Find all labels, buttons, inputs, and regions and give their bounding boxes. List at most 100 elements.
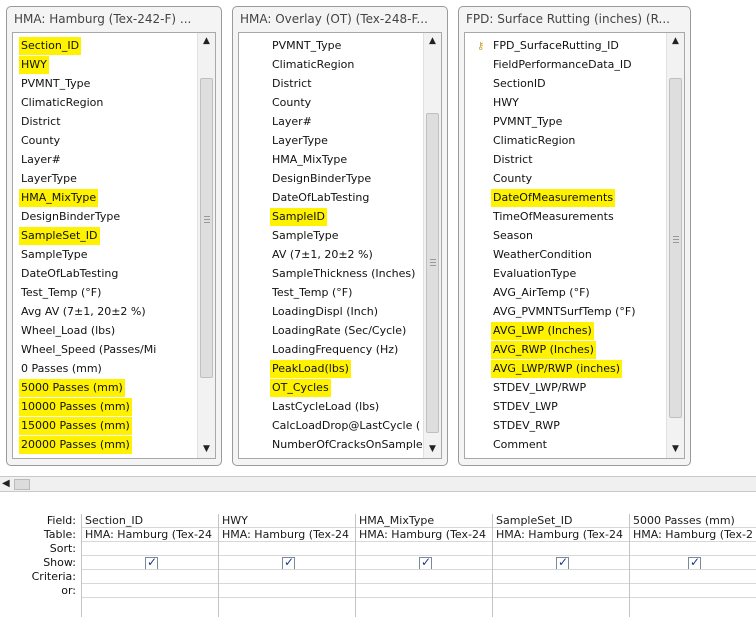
field-item[interactable]: LayerType: [270, 131, 423, 150]
field-item[interactable]: LoadingDispl (Inch): [270, 302, 423, 321]
field-item[interactable]: DateOfLabTesting: [19, 264, 197, 283]
scroll-up-arrow-icon[interactable]: ▲: [424, 33, 441, 50]
field-item[interactable]: Wheel_Load (lbs): [19, 321, 197, 340]
field-item[interactable]: DesignBinderType: [270, 169, 423, 188]
grid-cell-criteria[interactable]: [219, 570, 355, 584]
field-item[interactable]: LayerType: [19, 169, 197, 188]
field-item[interactable]: SampleType: [270, 226, 423, 245]
grid-cell-criteria[interactable]: [630, 570, 756, 584]
scroll-thumb[interactable]: [426, 113, 439, 433]
field-item[interactable]: NumberOfCracksOnSample: [270, 435, 423, 454]
show-checkbox[interactable]: [556, 556, 569, 569]
field-item[interactable]: 10000 Passes (mm): [19, 397, 197, 416]
field-list[interactable]: ⚷ FPD_SurfaceRutting_ID FieldPerformanceDa…: [464, 32, 685, 459]
field-item[interactable]: TimeOfMeasurements: [491, 207, 666, 226]
field-item[interactable]: LoadingFrequency (Hz): [270, 340, 423, 359]
field-item[interactable]: County: [19, 131, 197, 150]
field-item[interactable]: County: [270, 93, 423, 112]
horizontal-scrollbar[interactable]: ◀: [0, 476, 756, 492]
field-item[interactable]: ⚷ FPD_SurfaceRutting_ID: [477, 36, 666, 55]
field-item[interactable]: EvaluationType: [491, 264, 666, 283]
field-item[interactable]: SampleThickness (Inches): [270, 264, 423, 283]
field-item[interactable]: District: [491, 150, 666, 169]
field-item[interactable]: CalcLoadDrop@LastCycle (: [270, 416, 423, 435]
grid-cell-sort[interactable]: [82, 542, 218, 556]
grid-cell-criteria[interactable]: [356, 570, 492, 584]
field-item[interactable]: WeatherCondition: [491, 245, 666, 264]
field-item[interactable]: PVMNT_Type: [270, 36, 423, 55]
field-item[interactable]: LoadingRate (Sec/Cycle): [270, 321, 423, 340]
field-item[interactable]: Avg AV (7±1, 20±2 %): [19, 302, 197, 321]
show-checkbox[interactable]: [419, 556, 432, 569]
scroll-left-arrow-icon[interactable]: ◀: [2, 478, 10, 489]
field-item[interactable]: County: [491, 169, 666, 188]
field-item[interactable]: AVG_RWP (Inches): [491, 340, 666, 359]
field-item[interactable]: HMA_MixType: [270, 150, 423, 169]
field-item[interactable]: 5000 Passes (mm): [19, 378, 197, 397]
grid-cell-field[interactable]: HMA_MixType: [356, 514, 492, 528]
field-item[interactable]: PVMNT_Type: [491, 112, 666, 131]
field-item[interactable]: District: [19, 112, 197, 131]
field-item[interactable]: LastCycleLoad (lbs): [270, 397, 423, 416]
field-item[interactable]: AVG_LWP/RWP (inches): [491, 359, 666, 378]
show-checkbox[interactable]: [282, 556, 295, 569]
grid-cell-table[interactable]: HMA: Hamburg (Tex-24: [356, 528, 492, 542]
field-item[interactable]: ⊞Attachment: [15, 454, 197, 458]
field-item[interactable]: 15000 Passes (mm): [19, 416, 197, 435]
grid-cell-criteria[interactable]: [82, 570, 218, 584]
show-checkbox[interactable]: [688, 556, 701, 569]
field-item[interactable]: ClimaticRegion: [270, 55, 423, 74]
grid-cell-or[interactable]: [219, 584, 355, 598]
field-item[interactable]: Comment: [491, 435, 666, 454]
vertical-scrollbar[interactable]: ▲ ▼: [423, 33, 441, 458]
grid-cell-field[interactable]: HWY: [219, 514, 355, 528]
grid-cell-criteria[interactable]: [493, 570, 629, 584]
field-item[interactable]: AV (7±1, 20±2 %): [270, 245, 423, 264]
table-title[interactable]: HMA: Overlay (OT) (Tex-248-F...: [233, 7, 447, 31]
scroll-down-arrow-icon[interactable]: ▼: [198, 441, 215, 458]
grid-cell-table[interactable]: HMA: Hamburg (Tex-24: [219, 528, 355, 542]
field-item[interactable]: SectionID: [491, 74, 666, 93]
field-item[interactable]: SampleSet_ID: [19, 226, 197, 245]
field-item[interactable]: Test_Temp (°F): [19, 283, 197, 302]
field-item[interactable]: Section_ID: [19, 36, 197, 55]
grid-cell-sort[interactable]: [630, 542, 756, 556]
grid-cell-field[interactable]: 5000 Passes (mm): [630, 514, 756, 528]
field-item[interactable]: 0 Passes (mm): [19, 359, 197, 378]
field-item[interactable]: OT_Cycles: [270, 378, 423, 397]
field-item[interactable]: AVG_LWP (Inches): [491, 321, 666, 340]
horizontal-scroll-thumb[interactable]: [14, 479, 30, 490]
field-item[interactable]: HWY: [19, 55, 197, 74]
field-item[interactable]: DateOfLabTesting: [270, 188, 423, 207]
field-item[interactable]: Layer#: [270, 112, 423, 131]
grid-cell-or[interactable]: [630, 584, 756, 598]
field-item[interactable]: District: [270, 74, 423, 93]
table-title[interactable]: HMA: Hamburg (Tex-242-F) ...: [7, 7, 221, 31]
field-item[interactable]: Test_Temp (°F): [270, 283, 423, 302]
field-item[interactable]: ClimaticRegion: [491, 131, 666, 150]
field-item[interactable]: AVG_AirTemp (°F): [491, 283, 666, 302]
grid-cell-sort[interactable]: [356, 542, 492, 556]
field-item[interactable]: 20000 Passes (mm): [19, 435, 197, 454]
grid-cell-field[interactable]: Section_ID: [82, 514, 218, 528]
field-item[interactable]: Layer#: [19, 150, 197, 169]
field-item[interactable]: STDEV_LWP/RWP: [491, 378, 666, 397]
field-item[interactable]: PeakLoad(lbs): [270, 359, 423, 378]
field-item[interactable]: PVMNT_Type: [19, 74, 197, 93]
field-item[interactable]: SampleType: [19, 245, 197, 264]
grid-cell-sort[interactable]: [493, 542, 629, 556]
table-title[interactable]: FPD: Surface Rutting (inches) (R...: [459, 7, 690, 31]
scroll-down-arrow-icon[interactable]: ▼: [667, 441, 684, 458]
grid-cell-table[interactable]: HMA: Hamburg (Tex-2: [630, 528, 756, 542]
show-checkbox[interactable]: [145, 556, 158, 569]
field-item[interactable]: FieldPerformanceData_ID: [491, 55, 666, 74]
scroll-thumb[interactable]: [200, 78, 213, 378]
vertical-scrollbar[interactable]: ▲ ▼: [197, 33, 215, 458]
vertical-scrollbar[interactable]: ▲ ▼: [666, 33, 684, 458]
scroll-up-arrow-icon[interactable]: ▲: [198, 33, 215, 50]
table-hma-overlay[interactable]: HMA: Overlay (OT) (Tex-248-F... PVMNT_Ty…: [232, 6, 448, 466]
field-item[interactable]: DateOfMeasurements: [491, 188, 666, 207]
grid-cell-or[interactable]: [493, 584, 629, 598]
field-item[interactable]: STDEV_RWP: [491, 416, 666, 435]
table-fpd-surface-rutting[interactable]: FPD: Surface Rutting (inches) (R... ⚷ FPD…: [458, 6, 691, 466]
